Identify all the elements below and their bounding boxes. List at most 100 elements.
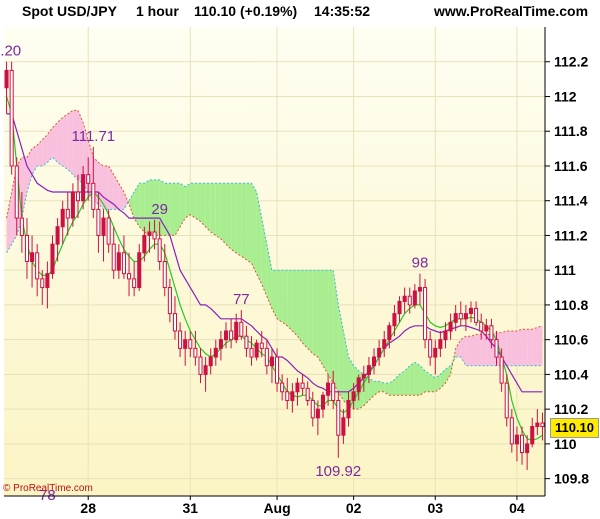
cloud-segment <box>297 270 303 344</box>
candle-body <box>229 330 234 341</box>
candle-body <box>530 426 535 445</box>
candle-body <box>412 290 417 306</box>
y-tick-label: 111.4 <box>554 193 588 209</box>
candle-body <box>198 356 203 375</box>
cloud-segment <box>251 183 257 274</box>
candle-body <box>86 174 91 184</box>
x-tick-label: Aug <box>263 500 290 516</box>
candle-body <box>305 387 310 401</box>
cloud-segment <box>226 183 232 250</box>
candle-body <box>106 217 111 245</box>
candle-body <box>239 321 244 337</box>
candle-body <box>489 325 494 341</box>
cloud-segment <box>205 183 211 232</box>
candle-body <box>264 347 269 367</box>
y-tick-label: 111.8 <box>554 123 588 139</box>
cloud-segment <box>236 183 242 257</box>
cloud-segment <box>103 165 109 210</box>
cloud-segment <box>476 334 482 366</box>
candle-body <box>111 243 116 271</box>
candle-body <box>259 342 264 349</box>
cloud-segment <box>470 334 477 366</box>
candle-body <box>24 234 29 262</box>
candle-body <box>60 208 65 228</box>
candle-body <box>116 252 121 271</box>
candle-body <box>392 313 397 327</box>
y-tick-label: 110 <box>554 436 577 452</box>
y-tick-label: 110.4 <box>554 366 588 382</box>
candle-body <box>280 382 285 393</box>
candle-body <box>81 174 86 202</box>
extreme-annotation: 29 <box>151 201 168 218</box>
y-tick-label: 110.8 <box>554 297 588 313</box>
cloud-segment <box>72 110 79 180</box>
cloud-segment <box>465 336 471 366</box>
candle-body <box>356 377 361 393</box>
extreme-annotation: 2.20 <box>0 43 21 60</box>
x-tick-label: 03 <box>427 500 443 516</box>
candle-body <box>188 339 193 349</box>
cloud-segment <box>302 270 308 349</box>
candle-body <box>50 243 55 275</box>
cloud-segment <box>317 270 323 366</box>
candle-body <box>65 208 70 219</box>
y-tick-label: 112 <box>554 88 577 104</box>
cloud-segment <box>139 183 145 232</box>
extreme-annotation: 98 <box>412 255 429 272</box>
cloud-segment <box>282 270 288 326</box>
candle-body <box>433 347 438 358</box>
candle-body <box>290 391 295 401</box>
candle-body <box>142 234 147 254</box>
y-tick-label: 110.6 <box>554 332 588 348</box>
candle-body <box>14 165 19 219</box>
candle-body <box>525 443 530 454</box>
candle-body <box>351 391 356 401</box>
candle-body <box>96 208 101 236</box>
candle-body <box>387 325 392 341</box>
candle-body <box>275 356 280 384</box>
candle-body <box>397 300 402 315</box>
candle-body <box>127 273 132 280</box>
x-tick-label: 31 <box>182 500 198 516</box>
cloud-segment <box>231 183 237 253</box>
candle-body <box>208 356 213 367</box>
price-chart[interactable]: 2.2078111.712977109.9298 112.2112111.811… <box>0 0 600 519</box>
cloud-segment <box>215 183 221 239</box>
candle-body <box>382 339 387 349</box>
candle-body <box>45 273 50 289</box>
candle-body <box>213 347 218 358</box>
cloud-segment <box>506 330 512 366</box>
candle-body <box>371 356 377 367</box>
cloud-segment <box>52 122 58 163</box>
y-tick-label: 111.6 <box>554 158 588 174</box>
candle-body <box>40 278 45 289</box>
candle-body <box>361 373 366 379</box>
cloud-segment <box>537 325 543 366</box>
candle-body <box>377 347 382 358</box>
cloud-segment <box>481 334 487 366</box>
x-tick-label: 02 <box>346 500 362 516</box>
candle-body <box>300 382 305 389</box>
candle-body <box>402 295 407 302</box>
candle-body <box>172 313 178 332</box>
candle-body <box>484 325 489 332</box>
candle-body <box>178 330 183 349</box>
candle-body <box>137 252 142 289</box>
candle-body <box>346 399 351 419</box>
y-tick-label: 110.2 <box>554 401 588 417</box>
cloud-segment <box>399 370 405 396</box>
candle-body <box>443 330 448 341</box>
candle-body <box>453 313 458 323</box>
candle-body <box>70 191 75 219</box>
cloud-segment <box>210 183 216 236</box>
last-price-badge: 110.10 <box>550 418 599 438</box>
candle-body <box>254 342 259 358</box>
candle-body <box>463 313 468 320</box>
candle-body <box>499 356 504 384</box>
candle-body <box>269 356 274 367</box>
candle-body <box>249 347 254 358</box>
candle-body <box>91 182 96 210</box>
cloud-segment <box>220 183 227 245</box>
candle-body <box>458 313 463 320</box>
candle-body <box>326 382 331 396</box>
